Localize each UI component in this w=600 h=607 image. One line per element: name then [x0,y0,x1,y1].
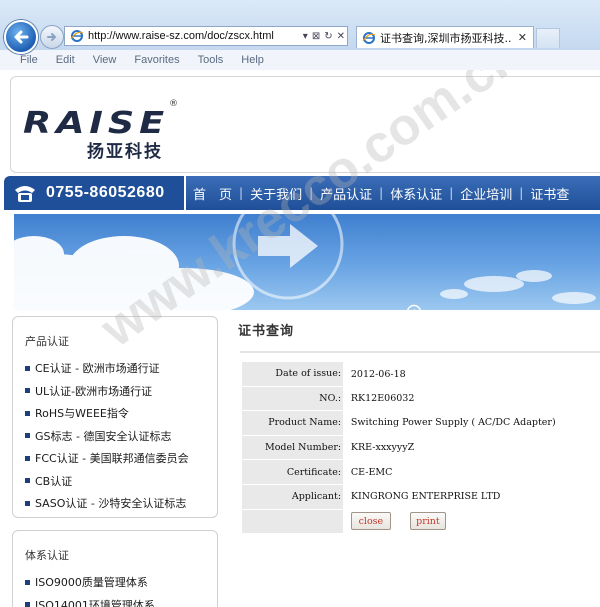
square-bullet-icon [25,478,30,484]
address-bar[interactable]: http://www.raise-sz.com/doc/zscx.html ▾ … [64,26,348,46]
arrow-right-icon [47,33,57,41]
nav-about[interactable]: 关于我们 [243,184,309,203]
phone-block: 0755-86052680 [4,176,184,210]
new-tab-button[interactable] [536,28,560,48]
nav-home[interactable]: 首 页 [186,184,239,203]
ie-page-icon [70,30,84,42]
square-bullet-icon [25,410,30,416]
tab-title: 证书查询,深圳市扬亚科技... [380,31,512,45]
web-page: RAISE ® 扬亚科技 0755-86052680 首 页 | 关于我们 | … [0,70,600,607]
field-value: Switching Power Supply ( AC/DC Adapter) [350,417,556,429]
browser-tab[interactable]: 证书查询,深圳市扬亚科技... ✕ [356,26,534,48]
sidebar-title: 产品认证 [25,335,69,348]
menu-file[interactable]: File [20,54,38,66]
field-label: Model Number: [242,435,344,461]
arrow-circle-icon[interactable] [406,304,422,310]
table-row: Model Number: KRE-xxxyyyZ [242,435,600,461]
field-value: KINGRONG ENTERPRISE LTD [350,491,501,503]
square-bullet-icon [25,602,30,607]
sidebar-item-rohs[interactable]: RoHS与WEEE指令 [13,402,217,425]
square-bullet-icon [25,433,30,439]
nav-cert-query[interactable]: 证书查 [523,184,576,203]
certificate-table: Date of issue: 2012-06-18 NO.: RK12E0603… [242,362,600,535]
ie-page-icon [362,31,376,44]
banner-arrow-shape [258,224,318,268]
hero-banner [14,214,600,310]
sidebar-item-gs[interactable]: GS标志 - 德国安全认证标志 [13,425,217,448]
sidebar-item-fcc[interactable]: FCC认证 - 美国联邦通信委员会 [13,447,217,470]
browser-chrome: http://www.raise-sz.com/doc/zscx.html ▾ … [0,0,600,54]
sidebar-item-cb[interactable]: CB认证 [13,470,217,493]
back-button[interactable] [4,20,38,54]
field-value: RK12E06032 [350,392,415,404]
table-row: Product Name: Switching Power Supply ( A… [242,410,600,436]
sidebar-item-ce[interactable]: CE认证 - 欧洲市场通行证 [13,357,217,380]
main-nav: 首 页 | 关于我们 | 产品认证 | 体系认证 | 企业培训 | 证书查 [186,176,600,210]
logo-chinese-name: 扬亚科技 [87,142,163,162]
sidebar-product-cert: 产品认证 CE认证 - 欧洲市场通行证 UL认证-欧洲市场通行证 RoHS与WE… [12,316,218,518]
field-value: CE-EMC [350,466,393,478]
sidebar-item-iso9000[interactable]: ISO9000质量管理体系 [13,571,217,594]
sidebar-item-ul[interactable]: UL认证-欧洲市场通行证 [13,380,217,403]
field-value: KRE-xxxyyyZ [350,442,415,454]
site-header: RAISE ® 扬亚科技 [10,76,600,173]
sidebar-item-iso14001[interactable]: ISO14001环境管理体系 [13,594,217,607]
nav-product-cert[interactable]: 产品认证 [313,184,379,203]
dropdown-icon[interactable]: ▾ [303,31,308,42]
field-label: Product Name: [242,410,344,436]
table-row: Applicant: KINGRONG ENTERPRISE LTD [242,484,600,510]
nav-training[interactable]: 企业培训 [453,184,519,203]
registered-mark: ® [169,99,178,109]
phone-number: 0755-86052680 [46,184,165,201]
field-label: NO.: [242,386,344,412]
raise-logo[interactable]: RAISE [23,107,173,137]
field-label: Date of issue: [242,362,344,387]
title-divider [240,351,600,353]
menu-tools[interactable]: Tools [198,54,224,66]
stop-icon[interactable]: ✕ [337,31,345,42]
close-tab-icon[interactable]: ✕ [518,31,527,44]
print-button[interactable]: print [409,512,446,531]
square-bullet-icon [25,365,30,371]
page-title: 证书查询 [238,324,295,339]
banner-art [14,214,596,310]
square-bullet-icon [25,388,30,394]
menu-view[interactable]: View [93,54,117,66]
close-button[interactable]: close [350,512,391,531]
menu-favorites[interactable]: Favorites [134,54,179,66]
table-row: Certificate: CE-EMC [242,459,600,485]
telephone-icon [15,186,35,202]
button-row: close print [242,509,600,535]
menu-help[interactable]: Help [241,54,264,66]
logo-wordmark-text: RAISE [23,107,169,137]
arrow-left-icon [14,30,29,44]
nav-system-cert[interactable]: 体系认证 [383,184,449,203]
sidebar-system-cert: 体系认证 ISO9000质量管理体系 ISO14001环境管理体系 [12,530,218,607]
menu-bar: File Edit View Favorites Tools Help [0,50,600,71]
table-row: NO.: RK12E06032 [242,386,600,412]
sidebar-title: 体系认证 [25,549,69,562]
square-bullet-icon [25,455,30,461]
address-url[interactable]: http://www.raise-sz.com/doc/zscx.html [88,30,301,42]
table-row: Date of issue: 2012-06-18 [242,362,600,387]
field-label: Certificate: [242,459,344,485]
compatibility-icon[interactable]: ⊠ [312,31,320,42]
menu-edit[interactable]: Edit [56,54,75,66]
sidebar-item-saso[interactable]: SASO认证 - 沙特安全认证标志 [13,492,217,515]
field-value: 2012-06-18 [350,368,406,380]
forward-button[interactable] [40,25,64,49]
field-label: Applicant: [242,484,344,510]
square-bullet-icon [25,500,30,506]
refresh-icon[interactable]: ↻ [324,31,332,42]
square-bullet-icon [25,579,30,585]
